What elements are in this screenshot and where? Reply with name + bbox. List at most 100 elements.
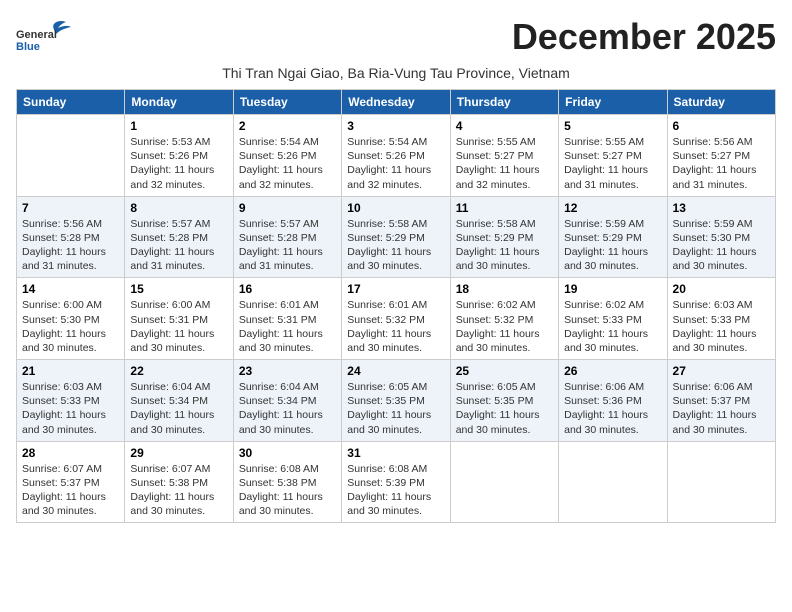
logo-text: General Blue	[16, 16, 76, 61]
day-number: 11	[456, 201, 553, 215]
calendar-cell: 7 Sunrise: 5:56 AM Sunset: 5:28 PM Daylig…	[17, 196, 125, 278]
calendar-cell: 26Sunrise: 6:06 AM Sunset: 5:36 PM Dayli…	[559, 360, 667, 442]
calendar-cell: 13 Sunrise: 5:59 AM Sunset: 5:30 PM Dayli…	[667, 196, 775, 278]
day-info: Sunrise: 6:05 AM Sunset: 5:35 PM Dayligh…	[347, 380, 444, 437]
page-header: General Blue December 2025	[16, 16, 776, 61]
calendar-cell: 14 Sunrise: 6:00 AM Sunset: 5:30 PM Dayli…	[17, 278, 125, 360]
day-info: Sunrise: 5:56 AM Sunset: 5:28 PM Dayligh…	[22, 217, 119, 274]
day-info: Sunrise: 6:03 AM Sunset: 5:33 PM Dayligh…	[673, 298, 770, 355]
weekday-header-friday: Friday	[559, 90, 667, 115]
day-number: 13	[673, 201, 770, 215]
day-number: 29	[130, 446, 227, 460]
calendar-cell: 15Sunrise: 6:00 AM Sunset: 5:31 PM Dayli…	[125, 278, 233, 360]
day-number: 4	[456, 119, 553, 133]
day-info: Sunrise: 6:08 AM Sunset: 5:38 PM Dayligh…	[239, 462, 336, 519]
day-info: Sunrise: 5:54 AM Sunset: 5:26 PM Dayligh…	[347, 135, 444, 192]
day-number: 22	[130, 364, 227, 378]
calendar-week-1: 1Sunrise: 5:53 AM Sunset: 5:26 PM Daylig…	[17, 115, 776, 197]
calendar-cell: 19 Sunrise: 6:02 AM Sunset: 5:33 PM Dayli…	[559, 278, 667, 360]
weekday-header-thursday: Thursday	[450, 90, 558, 115]
calendar-cell: 12 Sunrise: 5:59 AM Sunset: 5:29 PM Dayli…	[559, 196, 667, 278]
day-info: Sunrise: 5:55 AM Sunset: 5:27 PM Dayligh…	[564, 135, 661, 192]
calendar-cell	[450, 441, 558, 523]
calendar-cell: 16 Sunrise: 6:01 AM Sunset: 5:31 PM Dayli…	[233, 278, 341, 360]
calendar-week-4: 21 Sunrise: 6:03 AM Sunset: 5:33 PM Dayli…	[17, 360, 776, 442]
day-number: 28	[22, 446, 119, 460]
calendar-cell: 22 Sunrise: 6:04 AM Sunset: 5:34 PM Dayli…	[125, 360, 233, 442]
day-info: Sunrise: 6:04 AM Sunset: 5:34 PM Dayligh…	[239, 380, 336, 437]
day-info: Sunrise: 5:55 AM Sunset: 5:27 PM Dayligh…	[456, 135, 553, 192]
day-number: 18	[456, 282, 553, 296]
day-info: Sunrise: 6:06 AM Sunset: 5:37 PM Dayligh…	[673, 380, 770, 437]
day-number: 15	[130, 282, 227, 296]
day-info: Sunrise: 6:07 AM Sunset: 5:37 PM Dayligh…	[22, 462, 119, 519]
day-info: Sunrise: 6:08 AM Sunset: 5:39 PM Dayligh…	[347, 462, 444, 519]
calendar-table: SundayMondayTuesdayWednesdayThursdayFrid…	[16, 89, 776, 523]
day-info: Sunrise: 5:59 AM Sunset: 5:29 PM Dayligh…	[564, 217, 661, 274]
calendar-week-3: 14 Sunrise: 6:00 AM Sunset: 5:30 PM Dayli…	[17, 278, 776, 360]
calendar-cell: 27 Sunrise: 6:06 AM Sunset: 5:37 PM Dayli…	[667, 360, 775, 442]
calendar-cell: 29 Sunrise: 6:07 AM Sunset: 5:38 PM Dayli…	[125, 441, 233, 523]
calendar-cell: 8 Sunrise: 5:57 AM Sunset: 5:28 PM Daylig…	[125, 196, 233, 278]
day-info: Sunrise: 5:54 AM Sunset: 5:26 PM Dayligh…	[239, 135, 336, 192]
weekday-header-monday: Monday	[125, 90, 233, 115]
day-info: Sunrise: 5:53 AM Sunset: 5:26 PM Dayligh…	[130, 135, 227, 192]
calendar-cell: 17 Sunrise: 6:01 AM Sunset: 5:32 PM Dayli…	[342, 278, 450, 360]
day-info: Sunrise: 5:58 AM Sunset: 5:29 PM Dayligh…	[347, 217, 444, 274]
day-number: 9	[239, 201, 336, 215]
day-info: Sunrise: 6:06 AM Sunset: 5:36 PM Dayligh…	[564, 380, 661, 437]
day-number: 27	[673, 364, 770, 378]
day-info: Sunrise: 6:03 AM Sunset: 5:33 PM Dayligh…	[22, 380, 119, 437]
svg-text:Blue: Blue	[16, 41, 40, 53]
day-number: 19	[564, 282, 661, 296]
day-number: 30	[239, 446, 336, 460]
calendar-cell: 31Sunrise: 6:08 AM Sunset: 5:39 PM Dayli…	[342, 441, 450, 523]
day-info: Sunrise: 6:02 AM Sunset: 5:33 PM Dayligh…	[564, 298, 661, 355]
weekday-header-sunday: Sunday	[17, 90, 125, 115]
day-number: 25	[456, 364, 553, 378]
weekday-header-row: SundayMondayTuesdayWednesdayThursdayFrid…	[17, 90, 776, 115]
day-info: Sunrise: 5:59 AM Sunset: 5:30 PM Dayligh…	[673, 217, 770, 274]
calendar-cell: 23Sunrise: 6:04 AM Sunset: 5:34 PM Dayli…	[233, 360, 341, 442]
month-title: December 2025	[512, 16, 776, 58]
calendar-week-2: 7 Sunrise: 5:56 AM Sunset: 5:28 PM Daylig…	[17, 196, 776, 278]
day-number: 3	[347, 119, 444, 133]
day-info: Sunrise: 6:00 AM Sunset: 5:30 PM Dayligh…	[22, 298, 119, 355]
calendar-cell: 11 Sunrise: 5:58 AM Sunset: 5:29 PM Dayli…	[450, 196, 558, 278]
day-number: 17	[347, 282, 444, 296]
day-info: Sunrise: 5:57 AM Sunset: 5:28 PM Dayligh…	[130, 217, 227, 274]
day-number: 7	[22, 201, 119, 215]
day-number: 21	[22, 364, 119, 378]
calendar-cell: 30 Sunrise: 6:08 AM Sunset: 5:38 PM Dayli…	[233, 441, 341, 523]
day-number: 8	[130, 201, 227, 215]
calendar-cell: 5Sunrise: 5:55 AM Sunset: 5:27 PM Daylig…	[559, 115, 667, 197]
day-info: Sunrise: 6:01 AM Sunset: 5:31 PM Dayligh…	[239, 298, 336, 355]
calendar-cell: 4 Sunrise: 5:55 AM Sunset: 5:27 PM Daylig…	[450, 115, 558, 197]
logo: General Blue	[16, 16, 76, 61]
day-number: 12	[564, 201, 661, 215]
day-info: Sunrise: 5:57 AM Sunset: 5:28 PM Dayligh…	[239, 217, 336, 274]
day-info: Sunrise: 5:56 AM Sunset: 5:27 PM Dayligh…	[673, 135, 770, 192]
calendar-cell: 9 Sunrise: 5:57 AM Sunset: 5:28 PM Daylig…	[233, 196, 341, 278]
calendar-cell: 21 Sunrise: 6:03 AM Sunset: 5:33 PM Dayli…	[17, 360, 125, 442]
subtitle: Thi Tran Ngai Giao, Ba Ria-Vung Tau Prov…	[16, 65, 776, 81]
day-number: 16	[239, 282, 336, 296]
calendar-cell: 24 Sunrise: 6:05 AM Sunset: 5:35 PM Dayli…	[342, 360, 450, 442]
day-info: Sunrise: 5:58 AM Sunset: 5:29 PM Dayligh…	[456, 217, 553, 274]
weekday-header-wednesday: Wednesday	[342, 90, 450, 115]
day-number: 14	[22, 282, 119, 296]
calendar-week-5: 28 Sunrise: 6:07 AM Sunset: 5:37 PM Dayli…	[17, 441, 776, 523]
calendar-cell: 10Sunrise: 5:58 AM Sunset: 5:29 PM Dayli…	[342, 196, 450, 278]
day-info: Sunrise: 6:04 AM Sunset: 5:34 PM Dayligh…	[130, 380, 227, 437]
calendar-cell: 25Sunrise: 6:05 AM Sunset: 5:35 PM Dayli…	[450, 360, 558, 442]
svg-text:General: General	[16, 29, 57, 41]
day-info: Sunrise: 6:01 AM Sunset: 5:32 PM Dayligh…	[347, 298, 444, 355]
weekday-header-saturday: Saturday	[667, 90, 775, 115]
day-number: 2	[239, 119, 336, 133]
day-number: 24	[347, 364, 444, 378]
calendar-cell: 2 Sunrise: 5:54 AM Sunset: 5:26 PM Daylig…	[233, 115, 341, 197]
day-number: 6	[673, 119, 770, 133]
day-info: Sunrise: 6:07 AM Sunset: 5:38 PM Dayligh…	[130, 462, 227, 519]
day-info: Sunrise: 6:02 AM Sunset: 5:32 PM Dayligh…	[456, 298, 553, 355]
calendar-cell	[559, 441, 667, 523]
